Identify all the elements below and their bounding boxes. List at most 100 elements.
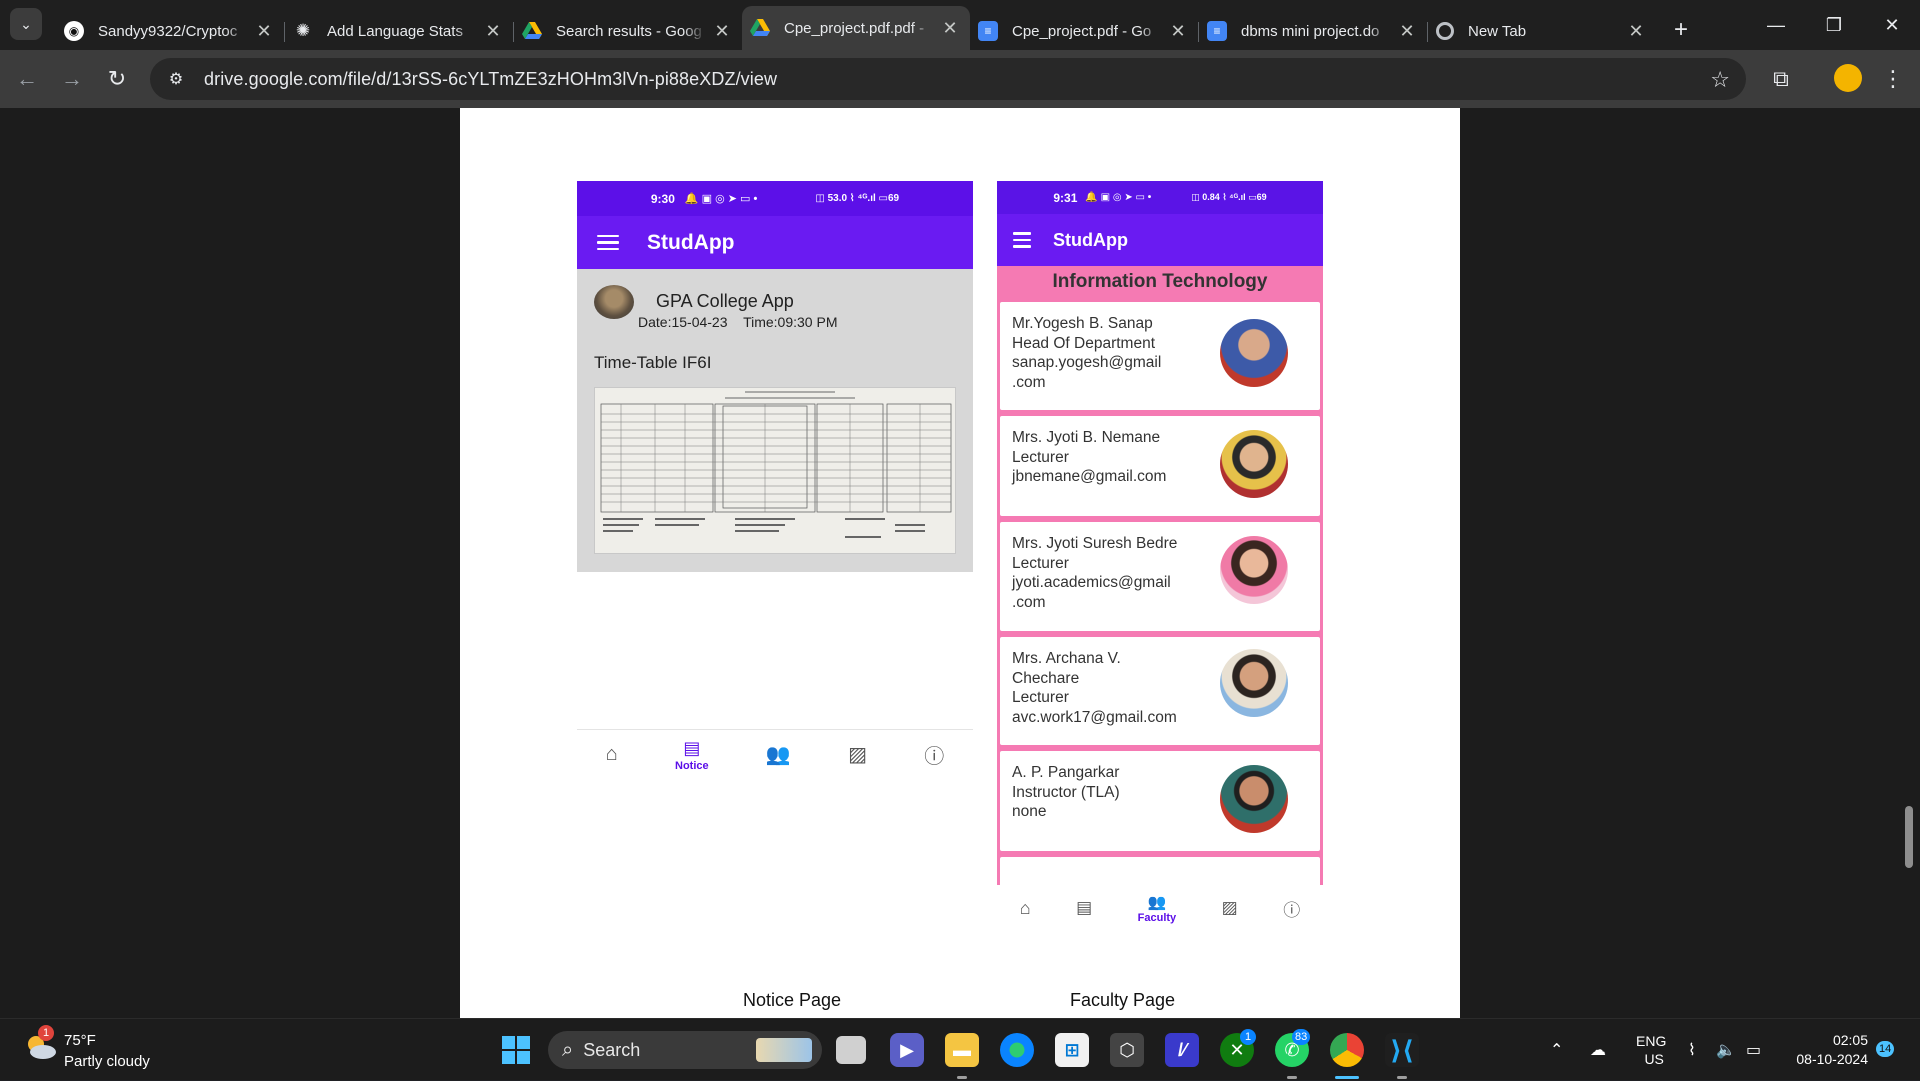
home-icon: ⌂	[605, 743, 618, 765]
new-tab-button[interactable]: +	[1666, 16, 1696, 50]
bookmark-star-icon[interactable]: ☆	[1710, 67, 1730, 93]
faculty-photo	[1220, 430, 1288, 498]
notice-page-caption: Notice Page	[743, 990, 842, 1010]
faculty-icon: 👥	[765, 744, 791, 766]
openai-icon: ✺	[295, 21, 311, 40]
nav-faculty[interactable]: 👥	[766, 742, 791, 767]
faculty-card[interactable]: Mrs. Archana V. Chechare Lecturer avc.wo…	[1000, 637, 1320, 745]
start-button[interactable]	[499, 1033, 533, 1067]
taskbar-search[interactable]: ⌕ Search	[548, 1031, 822, 1069]
search-label: Search	[583, 1039, 641, 1060]
nav-gallery[interactable]: ▨	[848, 742, 867, 767]
tab-chatgpt[interactable]: ✺ Add Language Stats ✕	[285, 12, 513, 50]
back-button[interactable]: ←	[12, 64, 42, 94]
menu-icon[interactable]	[597, 234, 619, 251]
faculty-list: Mr.Yogesh B. Sanap Head Of Department sa…	[997, 302, 1323, 902]
nav-home[interactable]: ⌂	[606, 743, 618, 766]
close-icon[interactable]: ✕	[1168, 21, 1188, 42]
tab-title: Sandyy9322/Cryptoc	[98, 22, 238, 40]
google-docs-icon: ≡	[978, 21, 998, 41]
task-view-icon[interactable]	[836, 1036, 866, 1064]
windows-taskbar: 1 75°F Partly cloudy ⌕ Search ▶ ▬ ⊞ ⬡ /⁄…	[0, 1018, 1920, 1080]
vscode-icon[interactable]: ⟩⟨	[1385, 1033, 1419, 1067]
info-icon: ⓘ	[924, 746, 945, 768]
notice-icon: ▤	[683, 737, 701, 758]
tab-title: Add Language Stats	[327, 22, 463, 40]
nav-info[interactable]: ⓘ	[924, 740, 944, 769]
nav-notice[interactable]: ▤	[1076, 898, 1092, 918]
notice-card[interactable]: GPA College App Date:15-04-23 Time:09:30…	[577, 269, 973, 572]
language-indicator[interactable]: ENG US	[1636, 1019, 1666, 1081]
forward-button[interactable]: →	[57, 64, 87, 94]
close-icon[interactable]: ✕	[1397, 21, 1417, 42]
faculty-card[interactable]: A. P. Pangarkar Instructor (TLA) none	[1000, 751, 1320, 851]
tab-new-tab[interactable]: New Tab ✕	[1428, 12, 1656, 50]
notice-heading: Time-Table IF6I	[594, 353, 712, 372]
close-icon[interactable]: ✕	[254, 21, 274, 42]
nav-info[interactable]: ⓘ	[1283, 896, 1300, 921]
clock-time: 02:05	[1832, 1032, 1868, 1048]
nav-gallery[interactable]: ▨	[1222, 898, 1238, 918]
chrome-menu-icon[interactable]: ⋮	[1878, 64, 1908, 94]
tab-cpe-project-pdf[interactable]: Cpe_project.pdf.pdf - ✕	[742, 6, 970, 50]
powerautomate-icon[interactable]: /⁄	[1165, 1033, 1199, 1067]
edge-icon[interactable]	[1000, 1033, 1034, 1067]
tab-github[interactable]: ◉ Sandyy9322/Cryptoc ✕	[56, 12, 284, 50]
faculty-card[interactable]: Mr.Yogesh B. Sanap Head Of Department sa…	[1000, 302, 1320, 410]
tab-drive-search[interactable]: Search results - Goog ✕	[514, 12, 742, 50]
close-icon[interactable]: ✕	[712, 21, 732, 42]
notice-icon: ▤	[1076, 898, 1093, 917]
volume-icon[interactable]: 🔈	[1716, 1019, 1736, 1081]
google-docs-icon: ≡	[1207, 21, 1227, 41]
menu-icon[interactable]	[1013, 232, 1031, 248]
weather-widget[interactable]: 1	[24, 1025, 56, 1059]
windows-icon	[502, 1036, 530, 1064]
scrollbar-thumb[interactable]	[1905, 806, 1913, 868]
tab-title: Cpe_project.pdf.pdf -	[784, 19, 925, 37]
close-window-button[interactable]: ✕	[1864, 0, 1920, 50]
clock[interactable]: 02:05 08-10-2024	[1786, 1019, 1868, 1081]
close-icon[interactable]: ✕	[483, 21, 503, 42]
app-icon[interactable]: ⬡	[1110, 1033, 1144, 1067]
google-drive-icon	[750, 18, 770, 38]
nav-home[interactable]: ⌂	[1020, 898, 1031, 919]
tab-cpe-project-doc[interactable]: ≡ Cpe_project.pdf - Go ✕	[970, 12, 1198, 50]
tab-search-button[interactable]: ⌄	[10, 8, 42, 40]
status-time: 9:31	[1053, 190, 1078, 205]
bottom-navigation: ⌂ ▤ Notice 👥 ▨ ⓘ	[577, 729, 973, 779]
wifi-icon[interactable]: ⌇	[1688, 1019, 1696, 1081]
url-text[interactable]: drive.google.com/file/d/13rSS-6cYLTmZE3z…	[204, 69, 777, 90]
tab-title: dbms mini project.do	[1241, 22, 1380, 40]
faculty-card[interactable]: Mrs. Jyoti B. Nemane Lecturer jbnemane@g…	[1000, 416, 1320, 516]
faculty-card[interactable]: Mrs. Jyoti Suresh Bedre Lecturer jyoti.a…	[1000, 522, 1320, 631]
address-bar[interactable]: ⚙ drive.google.com/file/d/13rSS-6cYLTmZE…	[150, 58, 1746, 100]
tab-dbms-mini-project[interactable]: ≡ dbms mini project.do ✕	[1199, 12, 1427, 50]
file-explorer-icon[interactable]: ▬	[945, 1033, 979, 1067]
battery-icon[interactable]: ▭	[1746, 1019, 1761, 1081]
nav-notice[interactable]: ▤ Notice	[675, 738, 709, 772]
onedrive-icon[interactable]: ☁	[1590, 1019, 1606, 1081]
chrome-taskbar-icon[interactable]	[1330, 1033, 1364, 1067]
faculty-page-caption: Faculty Page	[1070, 990, 1176, 1010]
faculty-icon: 👥	[1147, 893, 1167, 911]
teams-icon[interactable]: ▶	[890, 1033, 924, 1067]
tab-strip: ◉ Sandyy9322/Cryptoc ✕ ✺ Add Language St…	[56, 6, 1696, 50]
profile-avatar[interactable]	[1834, 64, 1862, 92]
restore-button[interactable]: ❐	[1806, 0, 1862, 50]
tab-bar: ⌄ ◉ Sandyy9322/Cryptoc ✕ ✺ Add Language …	[0, 0, 1920, 50]
extensions-icon[interactable]: ⧉	[1766, 64, 1796, 94]
reload-button[interactable]: ↻	[102, 64, 132, 94]
minimize-button[interactable]: —	[1748, 0, 1804, 50]
notification-badge[interactable]: 14	[1876, 1041, 1895, 1057]
nav-faculty[interactable]: 👥 Faculty	[1138, 893, 1177, 924]
notice-page-screenshot: 9:30 🔔 ▣ ◎ ➤ ▭ • ◫ 53.0 ⌇ ⁴ᴳ.ıl ▭69 Stud…	[577, 181, 973, 791]
site-info-icon[interactable]: ⚙	[164, 69, 188, 89]
faculty-photo	[1220, 649, 1288, 717]
close-icon[interactable]: ✕	[1626, 21, 1646, 42]
microsoft-store-icon[interactable]: ⊞	[1055, 1033, 1089, 1067]
close-icon[interactable]: ✕	[940, 18, 960, 39]
xbox-badge: 1	[1240, 1029, 1256, 1045]
status-bar: 9:31 🔔 ▣ ◎ ➤ ▭ • ◫ 0.84 ⌇ ⁴ᴳ.ıl ▭69	[997, 181, 1323, 214]
show-hidden-icons[interactable]: ⌃	[1550, 1019, 1563, 1081]
weather-temperature: 75°F	[64, 1032, 96, 1049]
